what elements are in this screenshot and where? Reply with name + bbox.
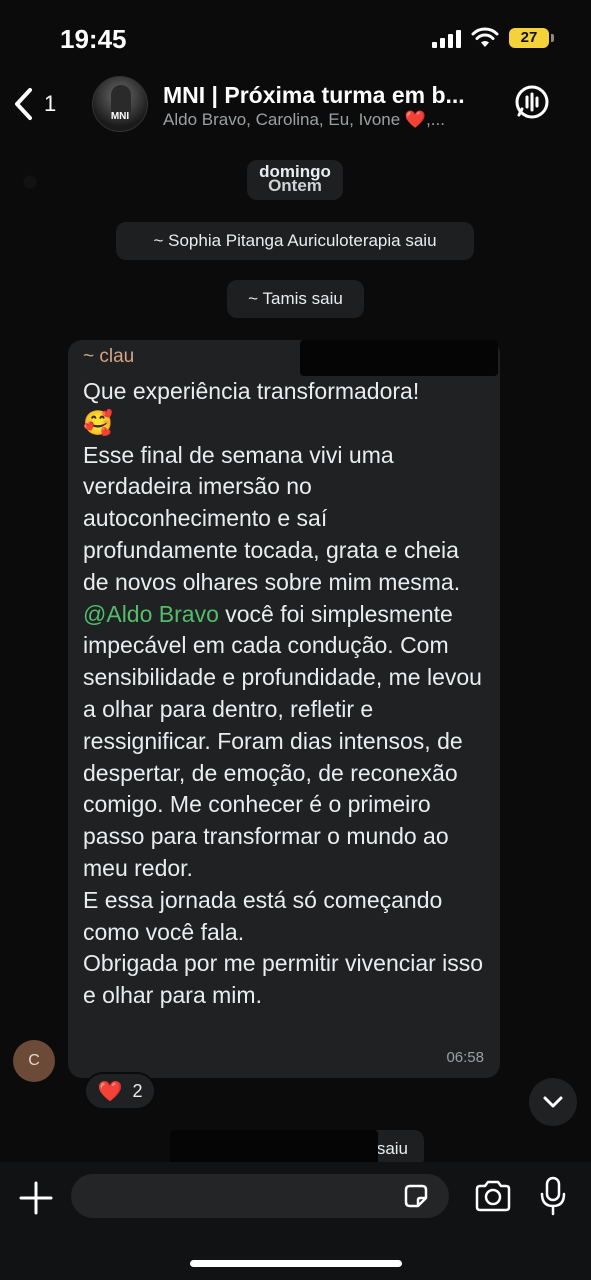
system-message: ~ Tamis saiu: [227, 280, 364, 318]
group-avatar[interactable]: MNI: [92, 76, 148, 132]
group-call-icon[interactable]: [514, 84, 550, 120]
group-members[interactable]: Aldo Bravo, Carolina, Eu, Ivone ❤️,...: [163, 110, 445, 130]
message-text: Que experiência transformadora! 🥰 Esse f…: [83, 376, 488, 1012]
camera-icon[interactable]: [474, 1180, 512, 1212]
battery-icon: 27: [509, 28, 554, 48]
message-paragraph: Obrigada por me permitir vivenciar isso …: [83, 950, 484, 1009]
unread-count: 1: [44, 91, 57, 116]
cellular-signal-icon: [432, 30, 462, 48]
mention-link[interactable]: @Aldo Bravo: [83, 601, 219, 627]
status-time: 19:45: [60, 24, 127, 54]
message-paragraph: E essa jornada está só começando como vo…: [83, 886, 443, 945]
composer-bar: [0, 1162, 591, 1280]
home-indicator[interactable]: [190, 1260, 402, 1267]
chevron-down-icon: [543, 1096, 563, 1108]
chat-area[interactable]: domingo Ontem ~ Sophia Pitanga Auriculot…: [0, 142, 591, 1168]
plus-icon[interactable]: [16, 1178, 56, 1218]
reaction-badge[interactable]: ❤️ 2: [84, 1072, 156, 1110]
status-bar: 19:45 27: [0, 0, 591, 70]
date-separator: domingo Ontem: [247, 160, 343, 200]
avatar-logo-text: MNI: [110, 111, 130, 122]
message-emoji: 🥰: [83, 409, 113, 437]
reaction-count: 2: [132, 1080, 143, 1101]
message-line: Que experiência transformadora!: [83, 378, 420, 404]
scroll-to-bottom-button[interactable]: [529, 1078, 577, 1126]
heart-icon: ❤️: [97, 1080, 123, 1103]
chat-header: 1 MNI MNI | Próxima turma em b... Aldo B…: [0, 70, 591, 142]
back-button[interactable]: 1: [12, 84, 72, 124]
message-paragraph: @Aldo Bravo você foi simplesmente impecá…: [83, 599, 488, 885]
chevron-left-icon: [15, 88, 32, 120]
redaction-box: [300, 340, 498, 376]
group-title[interactable]: MNI | Próxima turma em b...: [163, 82, 465, 109]
message-paragraph: Esse final de semana vivi uma verdadeira…: [83, 441, 461, 595]
microphone-icon[interactable]: [538, 1176, 568, 1216]
message-time: 06:58: [446, 1049, 484, 1066]
sender-avatar[interactable]: C: [13, 1040, 55, 1082]
message-sender[interactable]: ~ clau: [83, 346, 134, 368]
wifi-icon: [471, 27, 499, 47]
message-bubble[interactable]: ~ clau Que experiência transformadora! 🥰…: [68, 340, 500, 1078]
sticker-icon[interactable]: [402, 1182, 430, 1210]
system-message: ~ Sophia Pitanga Auriculoterapia saiu: [116, 222, 474, 260]
message-paragraph-text: você foi simplesmente impecável em cada …: [83, 600, 482, 881]
message-input[interactable]: [71, 1174, 449, 1218]
